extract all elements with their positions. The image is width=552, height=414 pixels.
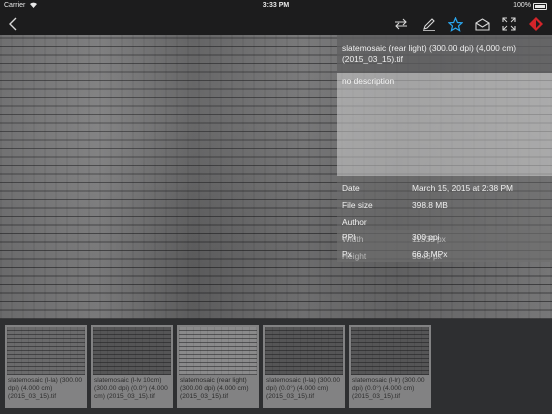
description-field[interactable]: no description: [337, 73, 552, 176]
thumbnail-item[interactable]: slatemosaic (l-lr) (300.00 dpi) (0.0°) (…: [349, 325, 431, 408]
back-button[interactable]: [3, 14, 23, 34]
metadata-value: 300 ppi: [412, 232, 440, 242]
thumbnail-item[interactable]: slatemosaic (l-la) (300.00 dpi) (0.0°) (…: [263, 325, 345, 408]
metadata-key: File size: [342, 200, 373, 210]
star-icon: [447, 16, 463, 32]
favorite-button[interactable]: [445, 14, 465, 34]
transfer-button[interactable]: [391, 14, 411, 34]
thumbnail-item[interactable]: slatemosaic (l-la) (300.00 dpi) (4.000 c…: [5, 325, 87, 408]
app-logo-icon: [529, 17, 543, 31]
metadata-row-px: Px 66.3 MPx: [337, 247, 552, 262]
thumbnail-item-selected[interactable]: slatemosaic (rear light) (300.00 dpi) (4…: [177, 325, 259, 408]
app-menu-button[interactable]: [526, 14, 546, 34]
envelope-icon: [474, 17, 490, 31]
thumbnail-caption: slatemosaic (l-lv 10cm) (300.00 dpi) (0.…: [94, 377, 168, 400]
mail-button[interactable]: [472, 14, 492, 34]
metadata-value: 66.3 MPx: [412, 249, 448, 259]
thumbnail-caption: slatemosaic (l-la) (300.00 dpi) (4.000 c…: [8, 377, 83, 400]
fullscreen-icon: [502, 17, 516, 31]
clock: 3:33 PM: [262, 2, 290, 9]
thumbnail-strip[interactable]: slatemosaic (l-la) (300.00 dpi) (4.000 c…: [0, 319, 552, 414]
info-panel: slatemosaic (rear light) (300.00 dpi) (4…: [337, 35, 552, 262]
thumbnail-caption: slatemosaic (l-la) (300.00 dpi) (0.0°) (…: [266, 377, 341, 400]
metadata-row-file-size: File size 398.8 MB: [337, 200, 552, 212]
navigation-bar: [0, 12, 552, 35]
battery-icon: [533, 3, 547, 10]
transfer-arrows-icon: [395, 18, 407, 30]
thumbnail-image: [265, 327, 343, 375]
thumbnail-caption: slatemosaic (l-lr) (300.00 dpi) (0.0°) (…: [352, 377, 425, 400]
thumbnail-image: [179, 327, 257, 375]
metadata-key: Author: [342, 217, 367, 227]
fullscreen-button[interactable]: [499, 14, 519, 34]
annotate-button[interactable]: [419, 14, 439, 34]
status-bar: Carrier 3:33 PM 100%: [0, 0, 552, 12]
thumbnail-image: [351, 327, 429, 375]
thumbnail-image: [93, 327, 171, 375]
metadata-key: Px: [342, 249, 352, 259]
back-chevron-icon: [9, 17, 17, 31]
file-title: slatemosaic (rear light) (300.00 dpi) (4…: [337, 35, 552, 73]
battery-percent: 100%: [513, 2, 531, 9]
metadata-key: Date: [342, 183, 360, 193]
metadata-value: 398.8 MB: [412, 200, 448, 210]
metadata-key: PPI: [342, 232, 356, 242]
metadata-row-date: Date March 15, 2015 at 2:38 PM: [337, 183, 552, 195]
thumbnail-image: [7, 327, 85, 375]
pen-icon: [423, 18, 435, 31]
metadata-row-ppi: PPI 300 ppi: [337, 230, 552, 247]
thumbnail-item[interactable]: slatemosaic (l-lv 10cm) (300.00 dpi) (0.…: [91, 325, 173, 408]
thumbnail-caption: slatemosaic (rear light) (300.00 dpi) (4…: [180, 377, 249, 400]
metadata-row-author: Author: [337, 217, 552, 229]
metadata-value: March 15, 2015 at 2:38 PM: [412, 183, 514, 193]
